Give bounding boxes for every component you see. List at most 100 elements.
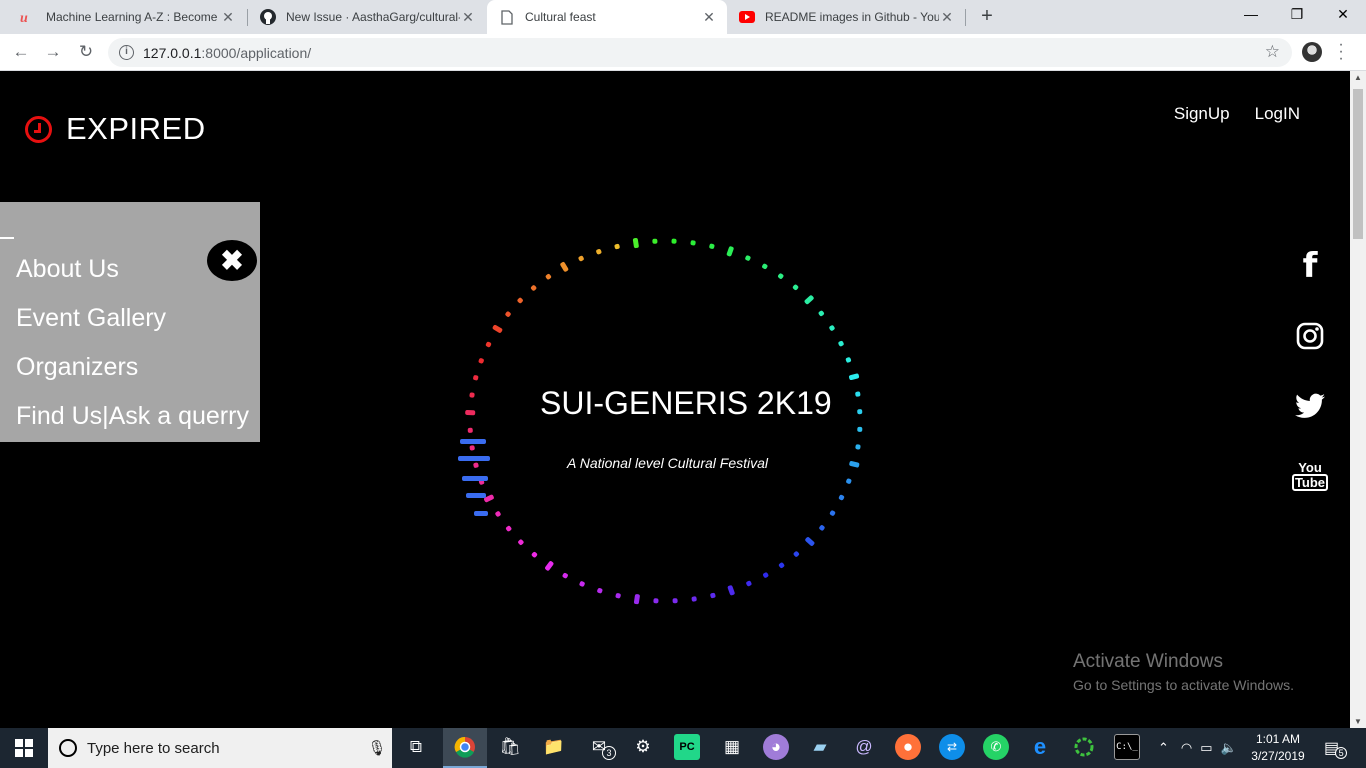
microphone-icon[interactable]: 🎙 [362,739,392,757]
tab-cultural-feast[interactable]: Cultural feast ✕ [487,0,727,34]
windows-logo-icon [15,739,33,757]
watermark-title: Activate Windows [1073,651,1223,672]
profile-avatar[interactable] [1302,42,1322,62]
close-tab-icon[interactable]: ✕ [939,9,955,26]
scroll-up-arrow-icon[interactable]: ▲ [1350,73,1366,82]
ring-dot [727,585,735,596]
ring-dot [467,427,473,433]
taskbar-clock[interactable]: 1:01 AM 3/27/2019 [1248,731,1308,765]
ring-dot [710,592,716,599]
firefox-icon[interactable]: ● [895,734,921,760]
ring-dot [579,581,585,587]
edge-icon[interactable]: e [1027,734,1053,760]
nav-item-event-gallery[interactable]: Event Gallery [16,304,166,333]
ring-dash [460,439,486,444]
battery-icon[interactable]: ▭ [1200,740,1212,756]
github-icon [260,9,276,25]
task-view-icon[interactable]: ⧉ [403,734,429,760]
taskbar-search-box[interactable]: Type here to search 🎙 [48,728,392,768]
volume-icon[interactable]: 🔈 [1221,740,1237,756]
ring-dot [745,255,751,261]
ring-dot [545,561,554,571]
bookmark-star-icon[interactable]: ☆ [1265,42,1280,62]
wifi-icon[interactable]: ◠ [1181,740,1192,756]
login-link[interactable]: LogIN [1255,104,1300,124]
ring-dot [829,510,836,516]
youtube-icon[interactable]: You Tube [1290,456,1330,496]
browser-menu-icon[interactable]: · · · [1336,37,1346,67]
ring-dot [846,478,852,484]
close-tab-icon[interactable]: ✕ [701,9,717,26]
tray-chevron-icon[interactable]: ⌃ [1158,740,1169,756]
page-icon [499,9,515,25]
minimize-button[interactable]: — [1228,0,1274,30]
whatsapp-icon[interactable]: ✆ [983,734,1009,760]
close-tab-icon[interactable]: ✕ [220,9,236,26]
store-icon[interactable]: 🛍 [497,734,523,760]
search-placeholder: Type here to search [87,739,220,757]
nav-item-organizers[interactable]: Organizers [16,353,138,382]
tab-machine-learning[interactable]: u Machine Learning A-Z : Become ✕ [8,0,246,34]
chrome-icon[interactable] [452,734,478,760]
ring-dot [849,461,860,468]
ring-dash [466,493,486,498]
scrollbar-thumb[interactable] [1353,89,1363,239]
ring-dot [615,593,621,599]
terminal-icon[interactable]: C:\_ [1114,734,1140,760]
udemy-icon: u [20,9,36,25]
clock-time: 1:01 AM [1255,732,1301,746]
ring-dot [531,551,538,558]
nav-item-find-us[interactable]: Find Us|Ask a querry [16,402,249,431]
restore-button[interactable]: ❐ [1274,0,1320,30]
new-tab-button[interactable]: + [976,5,998,27]
forward-button[interactable]: → [41,40,65,64]
ring-dot [596,249,602,255]
site-brand[interactable]: EXPIRED [25,111,206,147]
ring-dot [632,237,639,249]
twitter-icon[interactable] [1290,386,1330,426]
site-info-icon[interactable]: i [119,45,134,60]
tab-new-issue[interactable]: New Issue · AasthaGarg/cultural- ✕ [248,0,486,34]
cortana-icon [59,739,77,757]
instagram-icon[interactable] [1290,316,1330,356]
windows-start-button[interactable] [0,728,48,768]
brand-name: EXPIRED [66,111,206,146]
tab-readme-images[interactable]: README images in Github - YouT ✕ [727,0,965,34]
calculator-icon[interactable]: ▦ [719,734,745,760]
ring-dash [458,456,490,461]
pycharm-icon[interactable]: PC [674,734,700,760]
page-scrollbar[interactable]: ▲ ▼ [1350,71,1366,728]
ring-dot [495,511,501,517]
url-text[interactable]: 127.0.0.1:8000/application/ [143,45,311,61]
side-navigation: About Us Event Gallery Organizers Find U… [0,202,260,442]
loading-app-icon[interactable] [1071,734,1097,760]
close-tab-icon[interactable]: ✕ [460,9,476,26]
ring-dot [857,409,863,415]
windows-taskbar: Type here to search 🎙 ⧉ 🛍 📁 ✉ 3 ⚙ PC ▦ ◕… [0,728,1366,768]
cat-app-icon[interactable]: ◕ [763,734,789,760]
close-icon[interactable]: ✖ [207,240,257,281]
tab-title: Cultural feast [525,10,596,24]
ring-dot [465,410,476,416]
ring-dot [838,494,845,501]
ring-dot [473,462,479,468]
notes-app-icon[interactable]: ▰ [807,734,833,760]
file-explorer-icon[interactable]: 📁 [541,734,567,760]
ring-dot [633,594,640,605]
scroll-down-arrow-icon[interactable]: ▼ [1350,717,1366,726]
ring-dot [819,525,825,531]
reload-button[interactable]: ↻ [74,40,98,64]
address-bar[interactable]: i 127.0.0.1:8000/application/ ☆ [108,38,1292,67]
back-button[interactable]: ← [9,40,33,64]
ring-dot [545,274,552,280]
close-window-button[interactable]: ✕ [1320,0,1366,30]
signup-link[interactable]: SignUp [1174,104,1230,124]
action-center-button[interactable]: ▤ 5 [1324,728,1348,768]
nav-item-about-us[interactable]: About Us [16,255,119,284]
facebook-icon[interactable]: f [1290,246,1330,286]
hero-subtitle: A National level Cultural Festival [567,455,769,471]
url-host: 127.0.0.1 [143,45,202,61]
swirl-app-icon[interactable]: @ [851,734,877,760]
settings-gear-icon[interactable]: ⚙ [630,734,656,760]
teamviewer-icon[interactable]: ⇄ [939,734,965,760]
